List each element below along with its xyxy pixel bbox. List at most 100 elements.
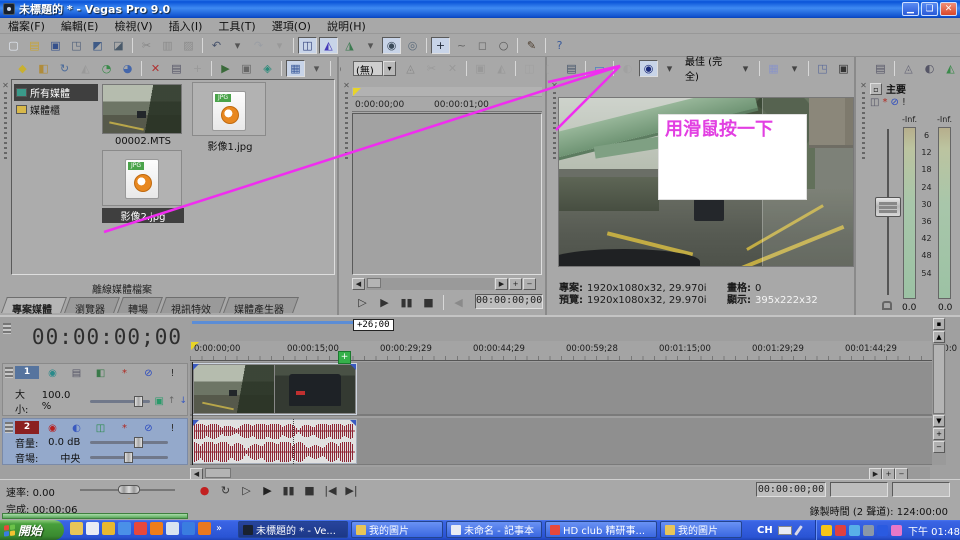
menu-item-4[interactable]: 工具(T) <box>210 18 263 34</box>
selection-edit-tool-icon[interactable]: ◻ <box>473 37 492 54</box>
mixer-downmix-icon[interactable]: ◐ <box>920 60 939 77</box>
add-to-bin-icon[interactable]: + <box>188 60 207 77</box>
preview-video-display[interactable]: 用滑鼠按一下 <box>558 97 854 267</box>
lock-envelopes-icon[interactable]: ◮ <box>340 37 359 54</box>
timeline-grip[interactable] <box>3 323 11 334</box>
quality-dropdown-icon[interactable]: ▾ <box>736 60 755 77</box>
display-tray-icon[interactable] <box>863 525 874 536</box>
messenger-launcher-icon[interactable] <box>102 522 115 535</box>
media-properties-icon[interactable]: ▤ <box>167 60 186 77</box>
chrome-launcher-icon[interactable] <box>134 522 147 535</box>
audio-track-header[interactable]: 2 ◉◐◫*⊘! 音量: 0.0 dB 音場: 中央 <box>2 418 188 465</box>
scroll-up-icon[interactable]: ▲ <box>933 331 945 343</box>
task-button-1[interactable]: 我的圖片 <box>351 521 443 538</box>
zonealarm-tray-icon[interactable] <box>835 525 846 536</box>
bus-mute-icon[interactable]: ⊘ <box>890 97 898 108</box>
minimize-button[interactable]: ▁ <box>902 2 919 16</box>
delete-subclip-icon[interactable]: ✕ <box>443 60 462 77</box>
ripple-dropdown-icon[interactable]: ▾ <box>361 37 380 54</box>
overlays-grid-icon[interactable]: ▦ <box>764 60 783 77</box>
menu-item-5[interactable]: 選項(O) <box>264 18 319 34</box>
start-button[interactable]: 開始 <box>0 520 64 540</box>
normal-edit-tool-icon[interactable]: + <box>431 37 450 54</box>
track1-down-icon[interactable]: ↓ <box>179 396 187 406</box>
track1-up-icon[interactable]: ↑ <box>168 396 176 406</box>
event-fade-handle[interactable] <box>350 420 356 426</box>
trim-pause-icon[interactable]: ▮▮ <box>397 294 416 311</box>
media-item-image2[interactable]: JPG 影像2.jpg <box>102 150 184 223</box>
media-item-video[interactable]: 00002.MTS <box>102 84 184 147</box>
zoom-in-icon[interactable]: + <box>509 278 522 290</box>
search-media-icon[interactable]: ◕ <box>118 60 137 77</box>
zoom-out-icon[interactable]: − <box>523 278 536 290</box>
timeline-scroll-thumb[interactable] <box>205 468 231 478</box>
stop-preview-icon[interactable]: ▣ <box>237 60 256 77</box>
trimmer-marker-bar[interactable] <box>352 87 542 97</box>
close-button[interactable]: ✕ <box>940 2 957 16</box>
trimmer-scrollbar[interactable]: ◀ ▶ + − <box>352 278 542 290</box>
mail-launcher-icon[interactable] <box>166 522 179 535</box>
utility-tray-icon[interactable] <box>891 525 902 536</box>
save-snapshot-icon[interactable]: ▣ <box>834 60 853 77</box>
preview-external-monitor-icon[interactable]: ▭ <box>590 60 609 77</box>
menu-item-2[interactable]: 檢視(V) <box>106 18 160 34</box>
media-tab-0[interactable]: 專案媒體 <box>1 297 67 313</box>
loop-playback-icon[interactable]: ↻ <box>216 482 235 499</box>
task-button-2[interactable]: 未命名 - 記事本 <box>446 521 542 538</box>
split-screen-view-icon[interactable]: ◐ <box>618 60 637 77</box>
split-trim-icon[interactable]: ◭ <box>492 60 511 77</box>
loop-region-bar[interactable] <box>192 321 357 324</box>
track-gear-icon[interactable]: * <box>115 365 134 382</box>
quick-launch-overflow[interactable]: » <box>216 523 222 534</box>
copy-snapshot-icon[interactable]: ◳ <box>813 60 832 77</box>
media-panel-grip[interactable]: ✕ <box>1 81 10 201</box>
add-across-time-icon[interactable]: ◫ <box>520 60 539 77</box>
event-fade-handle[interactable] <box>193 364 199 370</box>
media-fx-icon[interactable]: ◈ <box>258 60 277 77</box>
timeline-ruler[interactable]: 0:00:00;0000:00:15;0000:00:29;2900:00:44… <box>190 341 946 361</box>
event-fade-handle[interactable] <box>193 420 199 426</box>
chevron-down-icon[interactable]: ▾ <box>383 61 396 76</box>
capture-video-icon[interactable]: ◧ <box>34 60 53 77</box>
media-item-image1[interactable]: JPG 影像1.jpg <box>192 82 268 153</box>
timeline-marker-bar[interactable]: +26;00 <box>190 317 946 341</box>
redo-icon[interactable]: ↷ <box>249 37 268 54</box>
timeline-zoom-out-icon[interactable]: − <box>895 468 908 480</box>
timeline-zoom-in-icon[interactable]: + <box>882 468 895 480</box>
security-tray-icon[interactable] <box>849 525 860 536</box>
video-track-header[interactable]: 1 ◉▤◧*⊘! 大小: 100.0 % ▣ ↑ ↓ <box>2 363 188 416</box>
media-tab-3[interactable]: 視訊特效 <box>160 297 226 313</box>
preview-quality-dropdown[interactable]: 最佳 (完全) <box>682 53 733 83</box>
track-solo-icon[interactable]: ! <box>163 365 182 382</box>
media-bin-1[interactable]: 媒體櫃 <box>14 101 98 118</box>
keyboard-icon[interactable] <box>778 526 792 535</box>
help-icon[interactable]: ? <box>550 37 569 54</box>
split-screen-select-icon[interactable]: ◉ <box>639 60 658 77</box>
save-project-icon[interactable]: ▣ <box>46 37 65 54</box>
trim-step-back-icon[interactable]: ◀ <box>449 294 468 311</box>
pen-tool-icon[interactable]: ✎ <box>522 37 541 54</box>
trimmer-ruler[interactable]: 0:00:00;00 00:00:01;00 <box>352 98 542 112</box>
copy-icon[interactable]: ▥ <box>158 37 177 54</box>
split-screen-dropdown-icon[interactable]: ▾ <box>660 60 679 77</box>
language-bar[interactable]: CH <box>757 520 800 540</box>
redo-dropdown-icon[interactable]: ▾ <box>270 37 289 54</box>
event-fade-handle[interactable] <box>350 364 356 370</box>
trimmer-panel-grip[interactable]: ✕ <box>342 81 351 201</box>
render-as-icon[interactable]: ◳ <box>67 37 86 54</box>
internet-explorer-launcher-icon[interactable] <box>118 522 131 535</box>
go-to-start-icon[interactable]: |◀ <box>321 482 340 499</box>
views-icon[interactable]: ▦ <box>286 60 305 77</box>
track2-number[interactable]: 2 <box>15 421 39 434</box>
vertical-scroll-thumb[interactable] <box>933 344 945 414</box>
trim-play-from-start-icon[interactable]: ▷ <box>353 294 372 311</box>
trim-play-icon[interactable]: ▶ <box>375 294 394 311</box>
firefox-launcher-icon[interactable] <box>150 522 163 535</box>
menu-item-6[interactable]: 說明(H) <box>319 18 374 34</box>
open-media-icon[interactable]: ◪ <box>109 37 128 54</box>
track-zoom-out-icon[interactable]: − <box>933 441 945 453</box>
media-tab-2[interactable]: 轉場 <box>117 297 163 313</box>
paste-icon[interactable]: ▨ <box>179 37 198 54</box>
shuttle-knob[interactable] <box>118 485 140 494</box>
open-in-audio-editor-icon[interactable]: ◬ <box>401 60 420 77</box>
